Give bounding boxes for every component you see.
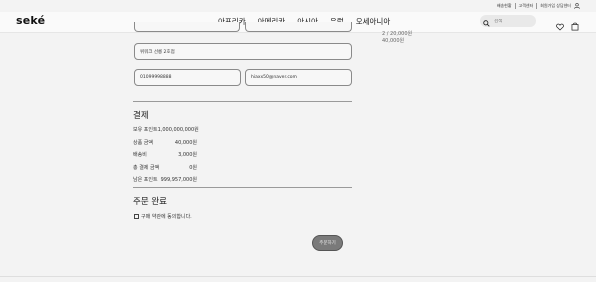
section-divider (133, 187, 352, 188)
payment-row-value: 3,000원 (178, 152, 197, 158)
payment-row-label: 배송비 (133, 152, 147, 158)
search-icon[interactable] (483, 12, 490, 31)
phone-field[interactable]: 01099998888 (134, 69, 241, 86)
payment-row-label: 남은 포인트 (133, 177, 158, 183)
payment-row-remaining: 남은 포인트 999,957,000원 (133, 176, 197, 183)
payment-row-label: 상품 금액 (133, 140, 153, 146)
order-title: 주문 완료 (133, 197, 167, 207)
payment-title: 결제 (133, 111, 149, 121)
email-field[interactable]: hiaxx50@naver.com (245, 69, 352, 86)
cart-summary-quantity: 2 / 20,000원 (382, 31, 413, 37)
payment-row-product: 상품 금액 40,000원 (133, 139, 197, 146)
payment-row-points: 보유 포인트 1,000,000,000원 (133, 126, 199, 133)
address-detail-field[interactable]: 위워크 선릉 2호점 (134, 43, 352, 60)
logo[interactable]: seké (16, 14, 45, 27)
section-divider (133, 101, 352, 102)
utility-bar: 배송현황 고객센터 회원가입 상담센터 (0, 0, 596, 12)
search-input[interactable] (490, 18, 530, 24)
search-box[interactable] (480, 15, 536, 27)
heart-icon[interactable] (556, 16, 565, 31)
email-value: hiaxx50@naver.com (251, 75, 297, 80)
agree-terms-label: 구매 약관에 동의합니다. (141, 214, 192, 220)
agree-terms-checkbox[interactable]: 구매 약관에 동의합니다. (134, 213, 192, 220)
payment-row-shipping: 배송비 3,000원 (133, 151, 197, 158)
payment-row-value: 1,000,000,000원 (157, 127, 199, 133)
divider (514, 3, 516, 9)
payment-row-label: 총 결제 금액 (133, 165, 160, 171)
user-icon[interactable] (574, 3, 580, 9)
payment-row-total: 총 결제 금액 0원 (133, 164, 197, 171)
order-submit-button[interactable]: 주문하기 (312, 235, 343, 251)
delivery-status-link[interactable]: 배송현황 (497, 3, 512, 9)
nav-item-oceania[interactable]: 오세아니아 (356, 16, 391, 27)
shopping-bag-icon[interactable] (571, 16, 580, 31)
payment-row-label: 보유 포인트 (133, 127, 158, 133)
customer-center-link[interactable]: 고객센터 (519, 3, 534, 9)
divider (536, 3, 538, 9)
payment-row-value: 0원 (189, 165, 197, 171)
zipcode-field[interactable] (245, 22, 352, 32)
address-detail-value: 위워크 선릉 2호점 (140, 49, 175, 55)
phone-value: 01099998888 (140, 75, 172, 80)
cart-summary-price: 40,000원 (382, 38, 405, 44)
name-field[interactable] (134, 22, 240, 32)
member-center-link[interactable]: 회원가입 상담센터 (540, 3, 571, 9)
footer-divider (0, 276, 596, 277)
payment-row-value: 40,000원 (174, 140, 197, 146)
payment-row-value: 999,957,000원 (160, 177, 197, 183)
checkbox-icon[interactable] (134, 214, 139, 219)
